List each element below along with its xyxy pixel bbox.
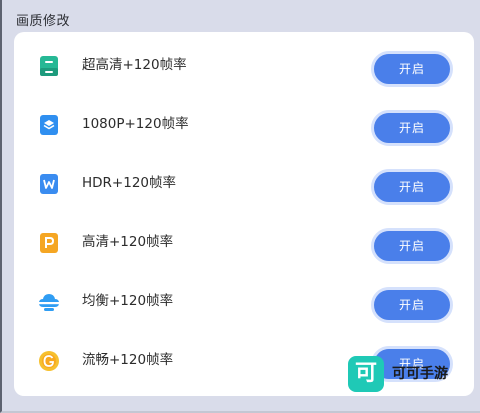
yellow-g-circle-icon [39,351,59,371]
blue-w-doc-icon [40,174,58,194]
options-card: 超高清+120帧率 开启 1080P+120帧率 开启 HDR+120帧率 开启… [14,32,474,396]
green-archive-icon [40,56,58,76]
watermark-logo: 可 [348,356,384,392]
option-label: HDR+120帧率 [82,175,177,191]
option-row-hd: 高清+120帧率 开启 [14,213,474,271]
enable-button-1080p[interactable]: 开启 [371,110,453,146]
section-title: 画质修改 [16,14,71,29]
option-label: 高清+120帧率 [82,234,174,250]
option-row-balanced: 均衡+120帧率 开启 [14,272,474,330]
enable-button-hd[interactable]: 开启 [371,228,453,264]
watermark-text: 可可手游 [392,366,448,382]
enable-button-uhd[interactable]: 开启 [371,51,453,87]
orange-p-doc-icon [40,233,58,253]
option-label: 超高清+120帧率 [82,57,187,73]
option-row-uhd: 超高清+120帧率 开启 [14,36,474,94]
enable-button-hdr[interactable]: 开启 [371,169,453,205]
enable-button-balanced[interactable]: 开启 [371,287,453,323]
option-row-1080p: 1080P+120帧率 开启 [14,95,474,153]
option-label: 1080P+120帧率 [82,116,189,132]
option-label: 流畅+120帧率 [82,352,174,368]
blue-cloud-icon [39,294,59,311]
option-label: 均衡+120帧率 [82,293,174,309]
option-row-hdr: HDR+120帧率 开启 [14,154,474,212]
blue-layers-icon [40,115,58,135]
